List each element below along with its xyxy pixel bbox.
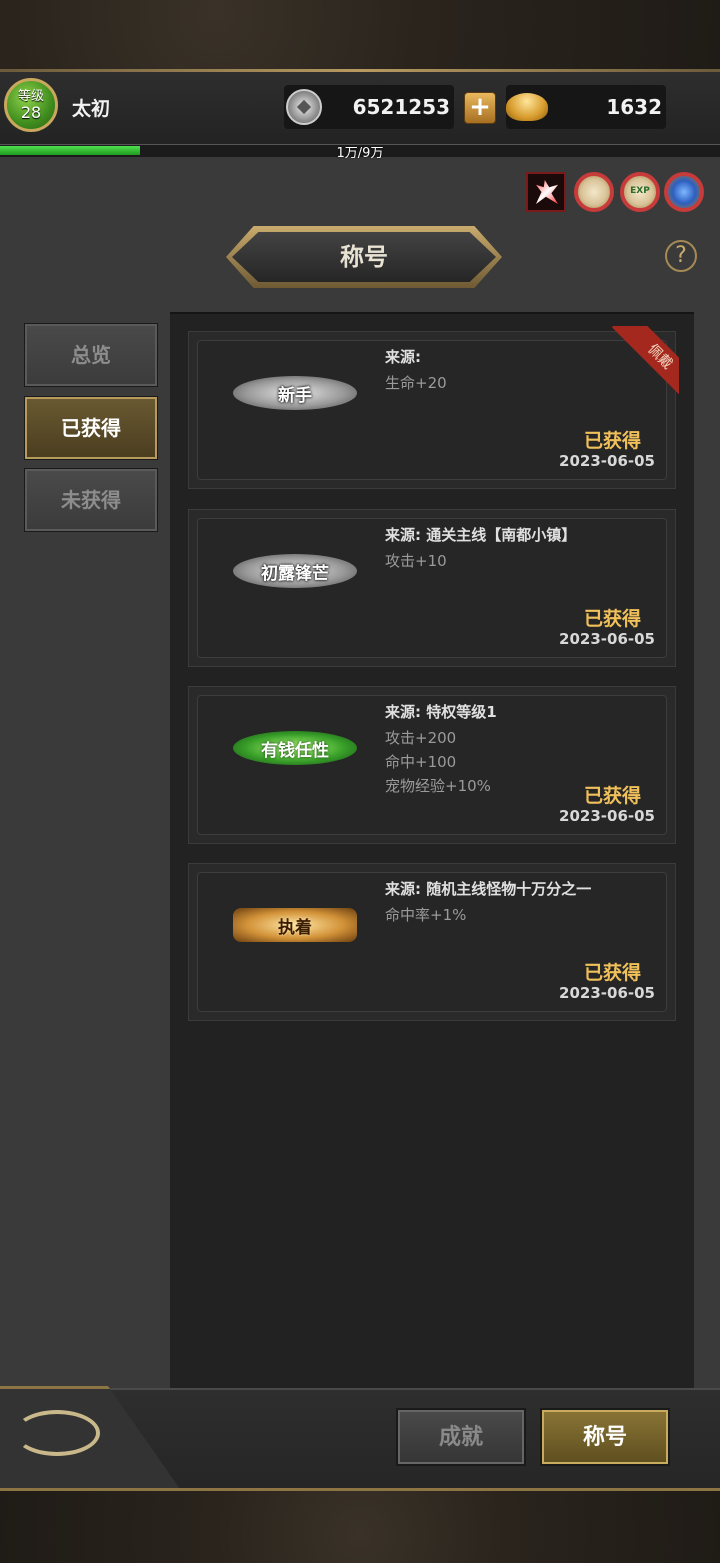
silver-amount: 6521253 [352,95,450,119]
add-currency-button[interactable]: + [464,92,496,124]
card-attr: 命中率+1% [385,906,467,924]
top-decoration [0,0,720,72]
gold-currency: 1632 [506,85,666,129]
card-attr: 攻击+200 [385,729,457,747]
page-title: 称号 [340,243,388,271]
player-name: 太初 [72,98,111,120]
badge-name: 有钱任性 [261,740,329,761]
tab-not-obtained[interactable]: 未获得 [24,468,158,532]
silver-coin-icon [286,89,322,125]
player-header: 等级 28 太初 6521253 + 1632 [0,72,720,144]
title-badge: 新手 [233,376,357,410]
card-date: 2023-06-05 [559,452,655,470]
card-attr: 生命+20 [385,374,447,392]
card-attr: 宠物经验+10% [385,777,491,795]
card-status: 已获得 [583,785,641,807]
blue-gem-medal-icon[interactable] [664,172,704,212]
exp-label: EXP [630,186,650,196]
level-badge[interactable]: 等级 28 [4,78,58,132]
title-badge: 有钱任性 [233,731,357,765]
level-value: 28 [20,102,42,122]
dragon-back-icon[interactable] [14,1410,100,1456]
help-icon[interactable]: ? [665,240,697,272]
title-badge: 初露锋芒 [233,554,357,588]
card-date: 2023-06-05 [559,630,655,648]
card-source: 来源: 通关主线【南都小镇】 [385,526,577,544]
title-card[interactable]: 初露锋芒 来源: 通关主线【南都小镇】 攻击+10 已获得 2023-06-05 [188,509,676,667]
title-badge: 执着 [233,908,357,942]
card-attr: 命中+100 [385,753,457,771]
bottom-decoration [0,1488,720,1563]
level-label: 等级 [17,88,44,104]
exp-medal-icon[interactable]: EXP [620,172,660,212]
gold-ingot-icon [506,93,548,121]
title-card[interactable]: 有钱任性 来源: 特权等级1 攻击+200 命中+100 宠物经验+10% 已获… [188,686,676,844]
card-attr: 攻击+10 [385,552,447,570]
tab-overview[interactable]: 总览 [24,323,158,387]
card-date: 2023-06-05 [559,984,655,1002]
title-button[interactable]: 称号 [540,1408,670,1466]
card-status: 已获得 [583,608,641,630]
badge-name: 执着 [278,917,312,938]
xp-text: 1万/9万 [336,146,384,161]
card-source: 来源: 特权等级1 [385,703,497,721]
achievement-button[interactable]: 成就 [396,1408,526,1466]
card-status: 已获得 [583,430,641,452]
card-status: 已获得 [583,962,641,984]
red-burst-icon[interactable] [526,172,566,212]
tab-obtained[interactable]: 已获得 [24,396,158,460]
gold-amount: 1632 [606,95,662,119]
silver-currency: 6521253 [284,85,454,129]
equipped-ribbon: 佩戴 [599,326,679,406]
card-date: 2023-06-05 [559,807,655,825]
badge-name: 初露锋芒 [261,563,329,584]
badge-name: 新手 [278,385,312,406]
title-card[interactable]: 执着 来源: 随机主线怪物十万分之一 命中率+1% 已获得 2023-06-05 [188,863,676,1021]
card-source: 来源: [385,348,421,366]
card-source: 来源: 随机主线怪物十万分之一 [385,880,592,898]
title-list[interactable]: 新手 来源: 生命+20 已获得 2023-06-05 佩戴 初露锋芒 来源: … [170,312,694,1389]
title-card[interactable]: 新手 来源: 生命+20 已获得 2023-06-05 佩戴 [188,326,679,489]
medal-icon[interactable] [574,172,614,212]
equipped-label: 佩戴 [611,326,679,406]
